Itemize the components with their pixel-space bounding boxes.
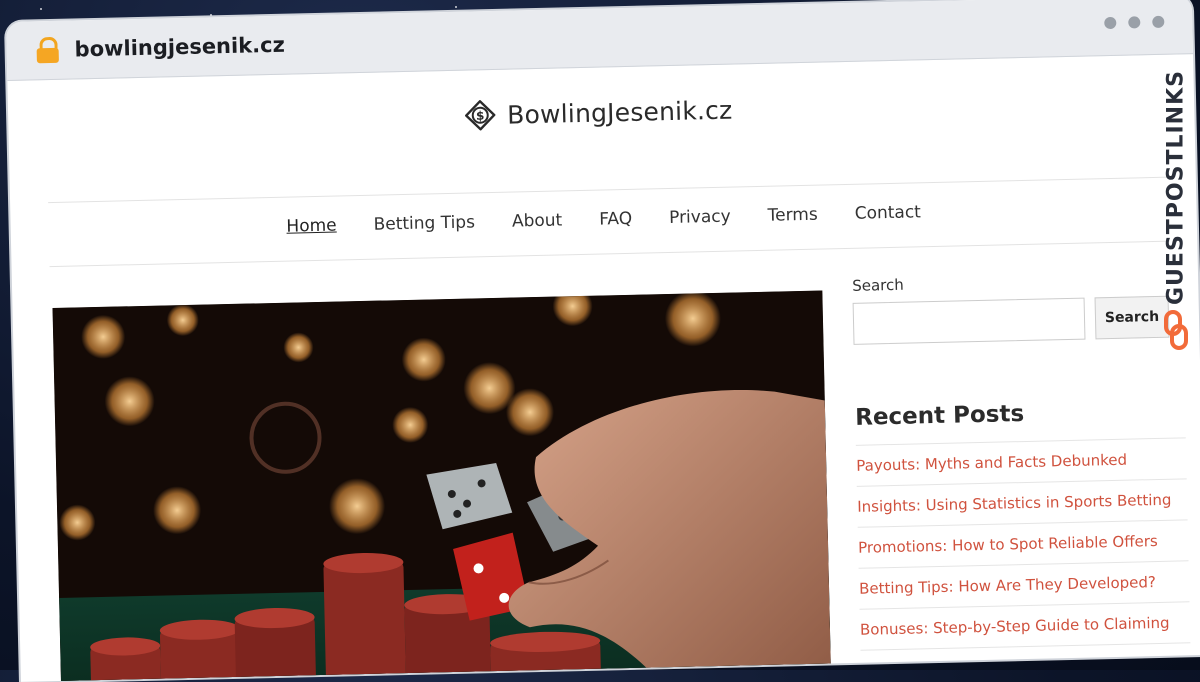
- window-dot-icon[interactable]: [1152, 15, 1165, 28]
- nav-faq[interactable]: FAQ: [599, 209, 632, 230]
- dice-and-chips-illustration: [52, 290, 832, 682]
- recent-post-link[interactable]: Bonuses: Step-by-Step Guide to Claiming: [860, 614, 1170, 639]
- dollar-diamond-icon: $: [465, 100, 496, 131]
- nav-privacy[interactable]: Privacy: [669, 207, 731, 228]
- lock-icon: [36, 36, 59, 64]
- recent-post-link[interactable]: Payouts: Myths and Facts Debunked: [856, 451, 1127, 475]
- nav-home[interactable]: Home: [286, 216, 337, 237]
- recent-posts-title: Recent Posts: [854, 401, 1025, 431]
- divider: [49, 240, 1170, 268]
- window-dot-icon[interactable]: [1128, 16, 1141, 29]
- divider: [48, 176, 1168, 204]
- site-name: BowlingJesenik.cz: [506, 95, 733, 130]
- browser-window: bowlingjesenik.cz $ BowlingJesenik.cz Ho…: [6, 0, 1200, 682]
- window-dot-icon[interactable]: [1104, 16, 1117, 30]
- svg-text:$: $: [476, 109, 485, 123]
- nav-betting-tips[interactable]: Betting Tips: [373, 212, 475, 234]
- recent-post-link[interactable]: Promotions: How to Spot Reliable Offers: [858, 532, 1158, 557]
- nav-terms[interactable]: Terms: [767, 205, 818, 226]
- site-logo[interactable]: $ BowlingJesenik.cz: [463, 93, 733, 133]
- url-text[interactable]: bowlingjesenik.cz: [74, 33, 285, 62]
- search-label: Search: [852, 275, 904, 295]
- hero-image[interactable]: [52, 290, 832, 682]
- recent-posts-list: Payouts: Myths and Facts Debunked Insigh…: [855, 437, 1191, 651]
- guestpostlinks-watermark: GUESTPOSTLINKS: [1156, 55, 1196, 355]
- recent-post-link[interactable]: Insights: Using Statistics in Sports Bet…: [857, 491, 1172, 516]
- search-input[interactable]: [852, 297, 1086, 345]
- nav-contact[interactable]: Contact: [854, 202, 921, 223]
- window-controls: [1104, 15, 1165, 30]
- sidebar: Search Search Recent Posts Payouts: Myth…: [852, 269, 1191, 666]
- link-chain-icon: [1164, 310, 1188, 350]
- list-item: Bonuses: Step-by-Step Guide to Claiming: [859, 602, 1191, 651]
- recent-post-link[interactable]: Betting Tips: How Are They Developed?: [859, 573, 1156, 598]
- website: $ BowlingJesenik.cz Home Betting Tips Ab…: [7, 54, 1200, 682]
- watermark-text: GUESTPOSTLINKS: [1163, 70, 1189, 305]
- main-nav: Home Betting Tips About FAQ Privacy Term…: [11, 196, 1197, 243]
- nav-about[interactable]: About: [512, 210, 563, 231]
